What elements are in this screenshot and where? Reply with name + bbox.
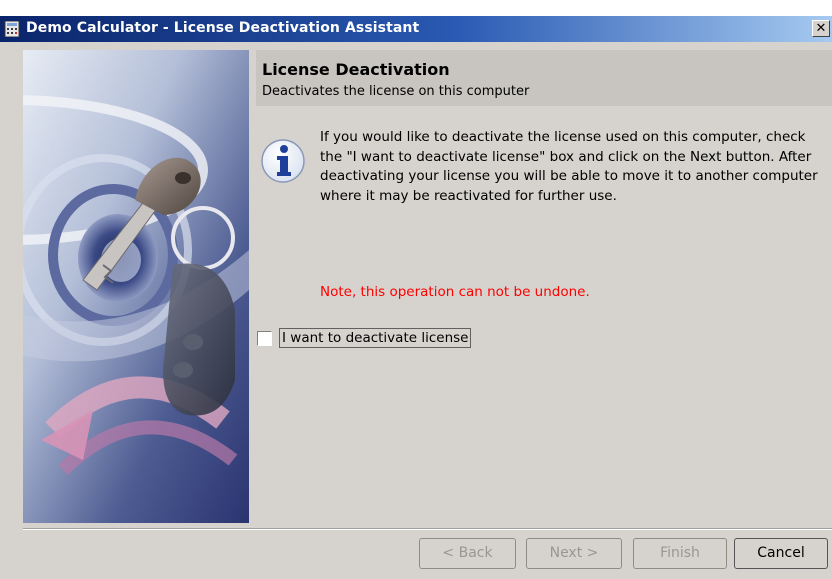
close-icon: ✕ (815, 21, 827, 36)
wizard-header: License Deactivation Deactivates the lic… (256, 50, 832, 106)
title-bar[interactable]: Demo Calculator - License Deactivation A… (0, 16, 832, 42)
deactivate-checkbox-label[interactable]: I want to deactivate license (279, 328, 472, 348)
window-title: Demo Calculator - License Deactivation A… (26, 20, 420, 36)
back-button[interactable]: < Back (419, 538, 516, 569)
finish-button[interactable]: Finish (633, 538, 727, 569)
page-subtitle: Deactivates the license on this computer (262, 84, 530, 99)
deactivate-checkbox[interactable] (257, 331, 272, 346)
calculator-icon (4, 20, 20, 38)
top-strip (0, 0, 832, 16)
close-button[interactable]: ✕ (812, 20, 830, 37)
warning-note: Note, this operation can not be undone. (320, 284, 590, 300)
page-title: License Deactivation (262, 60, 450, 79)
instruction-text: If you would like to deactivate the lice… (320, 129, 818, 204)
info-icon (259, 137, 307, 185)
wizard-side-image (23, 50, 249, 523)
button-separator (23, 528, 832, 530)
deactivation-dialog: Demo Calculator - License Deactivation A… (0, 0, 832, 579)
cancel-button[interactable]: Cancel (734, 538, 828, 569)
next-button[interactable]: Next > (526, 538, 622, 569)
